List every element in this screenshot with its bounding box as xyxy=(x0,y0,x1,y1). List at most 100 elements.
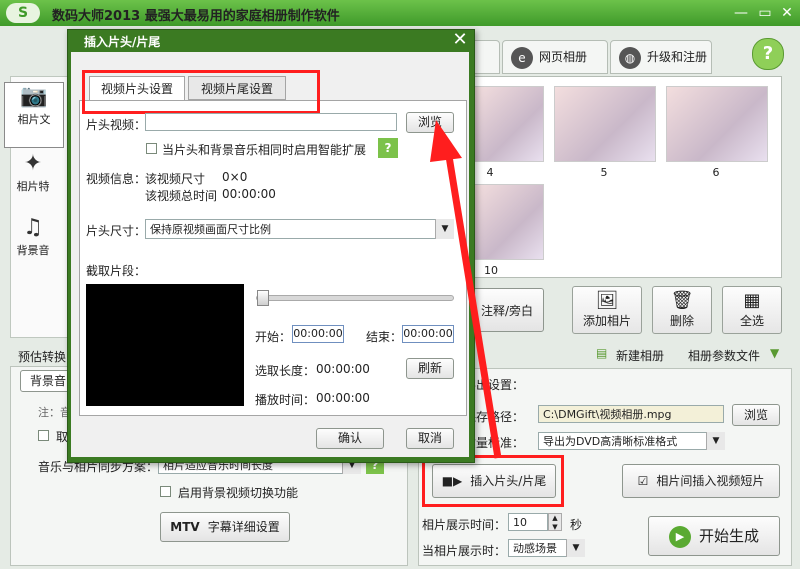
video-camera-icon: ■▶ xyxy=(441,474,463,488)
insert-head-tail-label: 插入片头/片尾 xyxy=(470,474,547,488)
music-note-icon: ♫ xyxy=(23,215,43,240)
effects-icon: ✦ xyxy=(23,151,43,176)
close-icon[interactable]: ✕ xyxy=(450,30,470,50)
select-length-value: 00:00:00 xyxy=(316,362,370,376)
add-photo-label: 添加相片 xyxy=(582,314,631,328)
checkmark-icon: ☑ xyxy=(637,474,649,488)
head-video-label: 片头视频： xyxy=(86,118,147,132)
estimate-label: 预估转换 xyxy=(18,350,67,364)
video-info-label: 视频信息： xyxy=(86,172,147,186)
tab-web-album-label: 网页相册 xyxy=(539,50,588,64)
minimize-icon[interactable]: — xyxy=(732,4,750,22)
photo-thumbnail[interactable] xyxy=(474,86,544,162)
add-photo-button[interactable]: 🖼 添加相片 xyxy=(572,286,642,334)
sidebar-item-label: 背景音 xyxy=(16,244,50,257)
video-preview xyxy=(86,284,244,406)
sidebar-item-photo-effects[interactable]: ✦ 相片特 xyxy=(4,150,62,214)
restore-icon[interactable]: ▭ xyxy=(756,4,774,22)
app-logo: S xyxy=(6,3,40,23)
start-time-label: 开始： xyxy=(255,330,292,344)
delete-label: 删除 xyxy=(669,314,694,328)
grid-icon: ▦ xyxy=(743,290,761,311)
chevron-down-icon[interactable]: ▼ xyxy=(566,539,585,557)
quality-select[interactable]: 导出为DVD高清晰标准格式 xyxy=(538,432,724,450)
annotate-button[interactable]: 注释/旁白 xyxy=(470,288,544,332)
tab-web-album[interactable]: e 网页相册 xyxy=(502,40,608,74)
save-path-browse-button[interactable]: 浏览 xyxy=(732,404,780,426)
ie-icon: e xyxy=(511,46,533,69)
photo-thumbnail[interactable] xyxy=(474,184,544,260)
clip-label: 截取片段： xyxy=(86,264,147,278)
play-time-label: 播放时间： xyxy=(255,393,316,407)
clip-slider-track[interactable] xyxy=(256,295,454,301)
bg-video-switch-label: 启用背景视频切换功能 xyxy=(178,486,299,500)
help-button[interactable]: ? xyxy=(752,38,784,70)
scene-label: 当相片展示时： xyxy=(422,544,507,558)
bg-video-switch-checkbox[interactable] xyxy=(160,486,171,497)
tab-upgrade-label: 升级和注册 xyxy=(647,50,708,64)
head-size-select[interactable]: 保持原视频画面尺寸比例 xyxy=(145,219,453,239)
insert-video-clip-button[interactable]: ☑ 相片间插入视频短片 xyxy=(622,464,780,498)
trash-icon: 🗑 xyxy=(670,290,694,311)
cancel-button[interactable]: 取消 xyxy=(406,428,454,449)
end-time-input[interactable]: 00:00:00 xyxy=(402,325,454,343)
video-size-label: 该视频尺寸 xyxy=(145,172,206,186)
highlight-box xyxy=(82,70,320,114)
start-generate-button[interactable]: ▶ 开始生成 xyxy=(648,516,780,556)
select-length-label: 选取长度： xyxy=(255,364,316,378)
delete-button[interactable]: 🗑 删除 xyxy=(652,286,712,334)
start-generate-label: 开始生成 xyxy=(698,527,759,545)
select-all-button[interactable]: ▦ 全选 xyxy=(722,286,782,334)
photo-thumbnail[interactable] xyxy=(666,86,768,162)
photo-number: 6 xyxy=(712,166,720,179)
chevron-down-icon[interactable]: ▼ xyxy=(706,432,725,450)
head-video-input[interactable] xyxy=(145,113,397,131)
play-time-value: 00:00:00 xyxy=(316,391,370,405)
display-time-unit: 秒 xyxy=(570,518,583,532)
video-duration-label: 该视频总时间 xyxy=(145,189,218,203)
refresh-button[interactable]: 刷新 xyxy=(406,358,454,379)
help-icon[interactable]: ? xyxy=(378,138,398,158)
sidebar-item-label: 相片特 xyxy=(16,180,50,193)
close-icon[interactable]: ✕ xyxy=(778,4,796,22)
end-time-label: 结束： xyxy=(366,330,403,344)
chevron-down-icon[interactable]: ▼ xyxy=(770,346,779,360)
photo-thumbnail[interactable] xyxy=(554,86,656,162)
globe-icon: ◍ xyxy=(619,46,641,69)
video-size-value: 0×0 xyxy=(222,170,248,184)
head-size-label: 片头尺寸： xyxy=(86,224,147,238)
head-video-browse-button[interactable]: 浏览 xyxy=(406,112,454,133)
select-all-label: 全选 xyxy=(739,314,764,328)
photo-number: 5 xyxy=(600,166,608,179)
display-time-input[interactable]: 10 xyxy=(508,513,548,531)
smart-extend-label: 当片头和背景音乐相同时启用智能扩展 xyxy=(162,143,367,157)
start-time-input[interactable]: 00:00:00 xyxy=(292,325,344,343)
mtv-subtitle-button[interactable]: MTV 字幕详细设置 xyxy=(160,512,290,542)
mtv-badge: MTV xyxy=(170,520,200,534)
smart-extend-checkbox[interactable] xyxy=(146,143,157,154)
sidebar-item-bg-music[interactable]: ♫ 背景音 xyxy=(4,214,62,278)
insert-head-tail-button[interactable]: ■▶ 插入片头/片尾 xyxy=(432,464,556,498)
sidebar-item-label: 相片文 xyxy=(17,113,51,126)
new-doc-icon: ▤ xyxy=(596,346,608,360)
camera-icon: 📷 xyxy=(20,84,48,109)
new-album-link[interactable]: 新建相册 xyxy=(616,347,664,364)
display-time-stepper[interactable]: ▲ ▼ xyxy=(548,513,562,531)
video-duration-value: 00:00:00 xyxy=(222,187,276,201)
window-title: 数码大师2013 最强大最易用的家庭相册制作软件 xyxy=(52,9,340,24)
dialog-title: 插入片头/片尾 xyxy=(84,35,161,49)
save-path-input[interactable]: C:\DMGift\视频相册.mpg xyxy=(538,405,724,423)
ok-button[interactable]: 确认 xyxy=(316,428,384,449)
insert-video-clip-label: 相片间插入视频短片 xyxy=(656,474,765,488)
play-icon: ▶ xyxy=(668,525,691,548)
album-params-link[interactable]: 相册参数文件 xyxy=(688,347,760,364)
take-checkbox[interactable] xyxy=(38,430,49,441)
photo-number: 10 xyxy=(484,264,498,277)
clip-slider-thumb[interactable] xyxy=(257,290,269,306)
sidebar-item-photo-text[interactable]: 📷 相片文 xyxy=(4,82,64,148)
mtv-subtitle-label: 字幕详细设置 xyxy=(207,520,280,534)
chevron-down-icon[interactable]: ▼ xyxy=(435,219,454,239)
add-photo-icon: 🖼 xyxy=(595,290,619,311)
display-time-label: 相片展示时间： xyxy=(422,518,507,532)
tab-upgrade[interactable]: ◍ 升级和注册 xyxy=(610,40,712,74)
